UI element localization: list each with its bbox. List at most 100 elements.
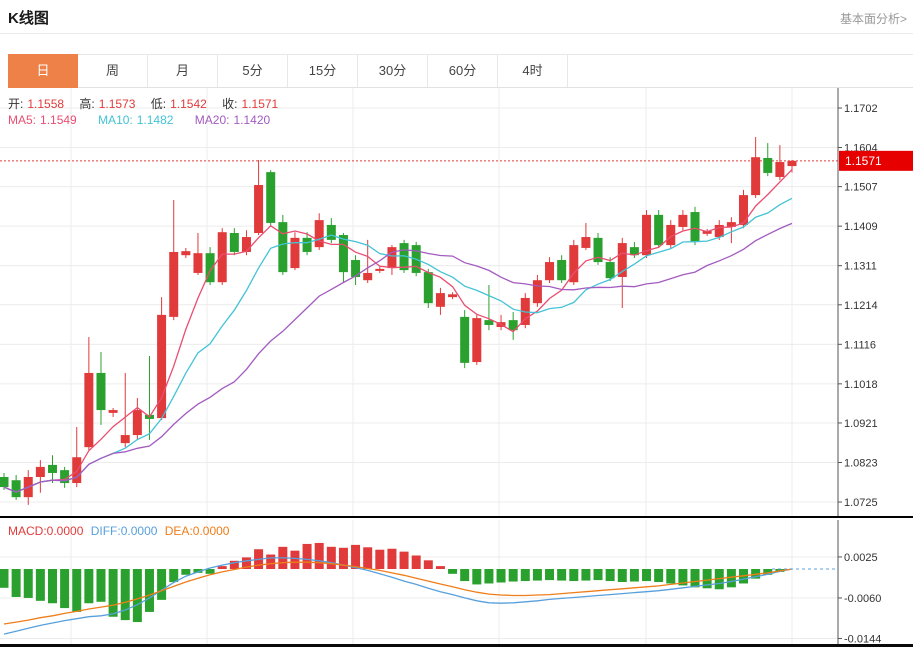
macd-histogram <box>0 543 784 622</box>
close-value: 1.1571 <box>242 97 279 111</box>
candlestick <box>739 195 748 225</box>
header-divider <box>0 33 913 34</box>
tab-4时[interactable]: 4时 <box>498 55 568 87</box>
candlesticks <box>0 137 797 505</box>
candlestick <box>775 162 784 177</box>
ohlc-legend: 开: 1.1558 高: 1.1573 低: 1.1542 收: 1.1571 <box>8 95 282 112</box>
candlestick <box>169 252 178 317</box>
candlestick <box>424 272 433 303</box>
open-value: 1.1558 <box>27 97 64 111</box>
high-value: 1.1573 <box>99 97 136 111</box>
bottom-bar <box>0 644 913 647</box>
period-tab-bar: 日周月5分15分30分60分4时 <box>8 54 913 88</box>
main-gridlines <box>0 88 838 517</box>
panel-divider <box>0 516 913 518</box>
high-label: 高: <box>79 97 94 111</box>
candlestick <box>0 477 9 487</box>
kline-widget: K线图 基本面分析> 日周月5分15分30分60分4时 开:1.1558 高:1… <box>0 0 913 649</box>
candlestick <box>121 435 130 443</box>
candlestick <box>303 238 312 252</box>
macd-axis: 0.0025 -0.0060 -0.0144 <box>838 520 881 644</box>
price-tick-label: 1.0725 <box>844 497 878 509</box>
candlestick <box>109 410 118 413</box>
fundamental-analysis-link[interactable]: 基本面分析> <box>840 10 907 27</box>
candlestick <box>763 158 772 173</box>
tab-周[interactable]: 周 <box>78 55 148 87</box>
macd-tick-label: 0.0025 <box>844 552 878 564</box>
price-tick-label: 1.1409 <box>844 221 878 233</box>
candlestick <box>96 373 105 410</box>
candlestick <box>218 232 227 282</box>
candlestick <box>181 251 190 255</box>
tab-日[interactable]: 日 <box>8 54 78 88</box>
macd-value: MACD:0.0000 <box>8 524 83 538</box>
candlestick <box>266 172 275 223</box>
price-tick-label: 1.1702 <box>844 103 878 115</box>
candlestick <box>315 220 324 247</box>
candlestick <box>436 293 445 307</box>
price-tick-label: 1.1018 <box>844 379 878 391</box>
candlestick <box>254 185 263 233</box>
candlestick <box>84 373 93 447</box>
candlestick <box>545 262 554 280</box>
candlestick <box>339 235 348 272</box>
low-label: 低: <box>151 97 166 111</box>
candlestick <box>375 269 384 271</box>
tab-5分[interactable]: 5分 <box>218 55 288 87</box>
candlestick <box>193 253 202 273</box>
tab-15分[interactable]: 15分 <box>288 55 358 87</box>
ma20-label: MA20: <box>195 113 230 127</box>
price-tick-label: 1.1311 <box>844 261 877 273</box>
candlestick <box>751 157 760 195</box>
macd-tick-label: -0.0144 <box>844 633 881 644</box>
candlestick <box>654 215 663 245</box>
macd-legend: MACD:0.0000 DIFF:0.0000 DEA:0.0000 <box>8 524 233 538</box>
open-label: 开: <box>8 97 23 111</box>
candlestick <box>557 260 566 280</box>
tab-月[interactable]: 月 <box>148 55 218 87</box>
candlestick <box>533 280 542 303</box>
macd-chart-canvas[interactable]: 0.0025 -0.0060 -0.0144 <box>0 520 913 644</box>
ma-legend: MA5: 1.1549 MA10: 1.1482 MA20:1.1420 <box>8 113 274 127</box>
candlestick <box>278 222 287 272</box>
candlestick <box>363 273 372 280</box>
diff-value: DIFF:0.0000 <box>91 524 158 538</box>
candlestick <box>12 480 21 497</box>
low-value: 1.1542 <box>170 97 207 111</box>
candlestick <box>242 237 251 252</box>
price-tick-label: 1.1507 <box>844 182 878 194</box>
ma10-value: 1.1482 <box>137 113 174 127</box>
candlestick <box>230 233 239 252</box>
candlestick <box>36 467 45 477</box>
price-tick-label: 1.0921 <box>844 418 878 430</box>
candlestick <box>606 262 615 278</box>
candlestick <box>472 318 481 362</box>
ma5-value: 1.1549 <box>40 113 77 127</box>
candlestick <box>133 410 142 435</box>
price-tick-label: 1.0823 <box>844 457 878 469</box>
tab-60分[interactable]: 60分 <box>428 55 498 87</box>
ma5-label: MA5: <box>8 113 36 127</box>
price-tick-label: 1.1214 <box>844 300 878 312</box>
close-label: 收: <box>222 97 237 111</box>
macd-tick-label: -0.0060 <box>844 593 881 605</box>
candlestick <box>460 317 469 363</box>
page-title: K线图 <box>8 7 49 28</box>
ma20-value: 1.1420 <box>233 113 270 127</box>
candlestick <box>691 212 700 242</box>
tab-30分[interactable]: 30分 <box>358 55 428 87</box>
candlestick <box>581 237 590 248</box>
dea-value: DEA:0.0000 <box>165 524 230 538</box>
candlestick <box>788 161 797 166</box>
price-tick-label: 1.1116 <box>844 339 876 351</box>
ma10-label: MA10: <box>98 113 133 127</box>
candlestick <box>48 465 57 473</box>
candlestick <box>327 225 336 240</box>
ma5-line <box>4 170 792 493</box>
main-chart-canvas[interactable]: 1.17021.16041.15071.14091.13111.12141.11… <box>0 88 913 517</box>
candlestick <box>387 247 396 268</box>
ma20-line <box>4 223 792 492</box>
current-price-badge-text: 1.1571 <box>845 154 882 168</box>
candlestick <box>448 294 457 297</box>
candlestick <box>678 215 687 227</box>
